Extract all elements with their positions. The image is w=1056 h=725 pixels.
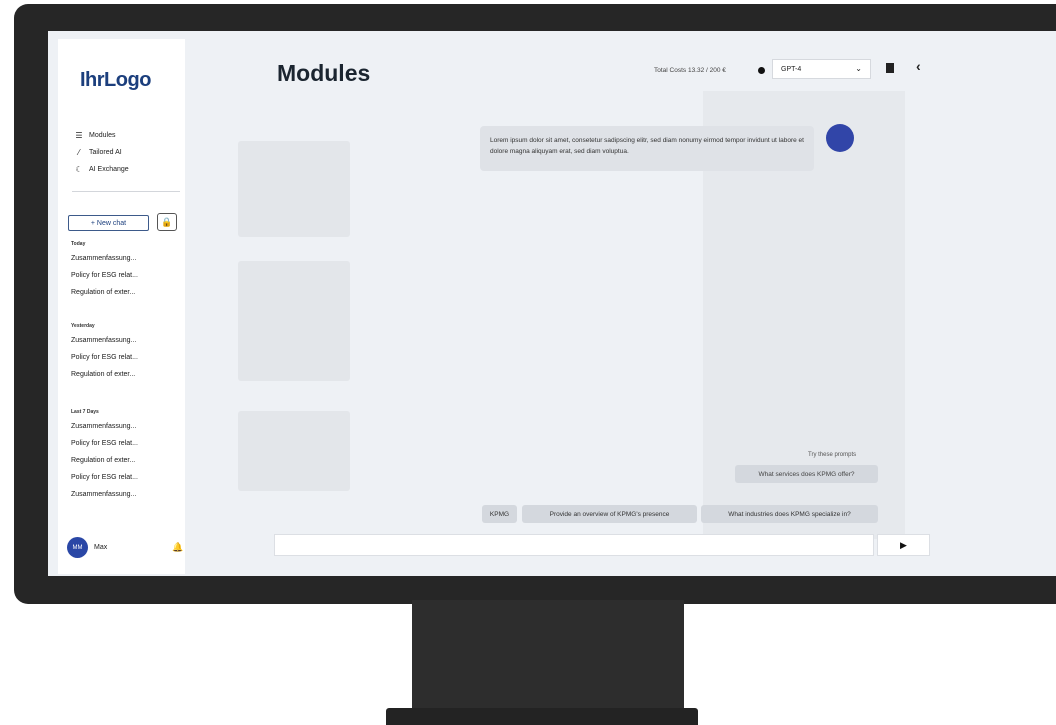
nav-item-label: Tailored AI [89,149,122,156]
history-item[interactable]: Regulation of exter... [71,284,138,301]
history-item[interactable]: Policy for ESG relat... [71,349,138,366]
placeholder-card [238,261,350,381]
history-group-last-7-days: Last 7 Days Zusammenfassung... Policy fo… [71,407,138,503]
suggestion-chip[interactable]: Provide an overview of KPMG's presence [522,505,697,523]
history-group-yesterday: Yesterday Zusammenfassung... Policy for … [71,321,138,383]
monitor-stand-base [386,708,698,725]
lock-icon: 🔒 [161,216,173,227]
history-group-label: Today [71,241,86,247]
monitor-bezel: IhrLogo ☰ Modules ⁄ Tailored AI ☾ AI Exc… [14,4,1056,604]
wand-icon: ⁄ [78,148,80,157]
history-item[interactable]: Policy for ESG relat... [71,435,138,452]
history-group-label: Last 7 Days [71,409,99,415]
total-costs: Total Costs 13.32 / 200 € [654,67,726,74]
divider [72,191,180,192]
logo: IhrLogo [80,69,151,91]
nav-item-modules[interactable]: ☰ Modules [74,127,129,144]
history-item[interactable]: Zusammenfassung... [71,250,138,267]
suggestions-hint: Try these prompts [808,452,857,458]
send-button[interactable]: ▶ [877,534,930,556]
page-title: Modules [277,60,371,86]
history-item[interactable]: Zusammenfassung... [71,418,138,435]
chevron-left-icon[interactable]: ‹ [916,58,921,74]
info-dot-icon[interactable] [758,67,765,74]
monitor-stand-neck [412,600,684,708]
lock-button[interactable]: 🔒 [157,213,177,231]
history-group-label: Yesterday [71,323,95,329]
nav-item-label: Modules [89,132,116,139]
assistant-avatar [826,124,854,152]
chevron-down-icon: ⌄ [855,64,862,73]
history-item[interactable]: Zusammenfassung... [71,332,138,349]
grid-icon: ☰ [75,131,83,140]
history-item[interactable]: Regulation of exter... [71,452,138,469]
suggestion-chip[interactable]: KPMG [482,505,517,523]
sidebar: IhrLogo ☰ Modules ⁄ Tailored AI ☾ AI Exc… [58,39,185,574]
model-select[interactable]: GPT-4 ⌄ [772,59,871,79]
placeholder-card [238,141,350,237]
nav-menu: ☰ Modules ⁄ Tailored AI ☾ AI Exchange [74,127,129,178]
history-group-today: Today Zusammenfassung... Policy for ESG … [71,239,138,301]
nav-item-ai-exchange[interactable]: ☾ AI Exchange [74,161,129,178]
user-name: Max [94,544,108,551]
avatar[interactable]: MM [67,537,88,558]
nav-item-label: AI Exchange [89,166,129,173]
placeholder-card [238,411,350,491]
suggestion-chip[interactable]: What industries does KPMG specialize in? [701,505,878,523]
history-item[interactable]: Regulation of exter... [71,366,138,383]
trash-icon[interactable] [886,63,894,73]
bell-icon[interactable]: 🔔 [172,542,183,553]
history-item[interactable]: Policy for ESG relat... [71,469,138,486]
user-message: Lorem ipsum dolor sit amet, consetetur s… [480,126,814,171]
suggestion-prompt[interactable]: What services does KPMG offer? [735,465,878,483]
play-icon: ▶ [900,539,907,550]
model-select-value: GPT-4 [781,65,802,73]
new-chat-button[interactable]: + New chat [68,215,149,231]
history-item[interactable]: Zusammenfassung... [71,486,138,503]
chat-input[interactable] [274,534,874,556]
crescent-icon: ☾ [75,165,83,174]
nav-item-tailored-ai[interactable]: ⁄ Tailored AI [74,144,129,161]
history-item[interactable]: Policy for ESG relat... [71,267,138,284]
screen: IhrLogo ☰ Modules ⁄ Tailored AI ☾ AI Exc… [48,31,1056,576]
